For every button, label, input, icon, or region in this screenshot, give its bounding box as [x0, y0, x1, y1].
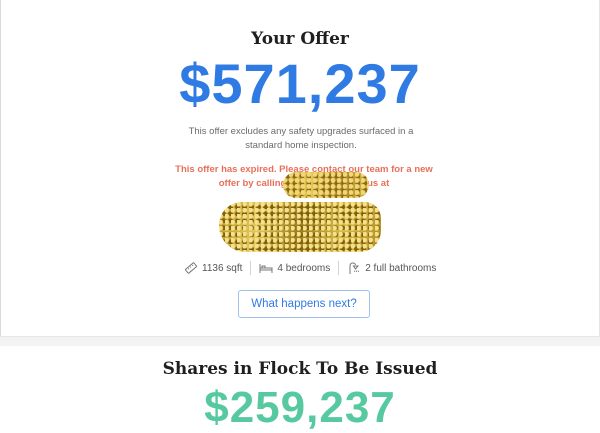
- section-divider: [0, 336, 600, 346]
- what-happens-next-button[interactable]: What happens next?: [238, 290, 370, 318]
- feature-divider: [250, 261, 252, 275]
- shares-amount: $259,237: [204, 383, 396, 432]
- shower-icon: [347, 261, 361, 275]
- feature-bedrooms-label: 4 bedrooms: [277, 262, 331, 274]
- ruler-icon: [184, 261, 198, 275]
- offer-amount: $571,237: [179, 52, 421, 115]
- offer-disclaimer: This offer excludes any safety upgrades …: [188, 126, 414, 151]
- feature-sqft: 1136 sqft: [184, 261, 242, 275]
- offer-title: Your Offer: [251, 29, 349, 49]
- redacted-phone: [283, 172, 369, 198]
- feature-bathrooms-label: 2 full bathrooms: [365, 262, 437, 274]
- bed-icon: [259, 261, 273, 275]
- shares-title: Shares in Flock To Be Issued: [162, 359, 438, 379]
- offer-card: Your Offer $571,237 This offer excludes …: [1, 0, 599, 336]
- feature-divider: [338, 261, 340, 275]
- redacted-email: [219, 202, 381, 252]
- property-features: 1136 sqft 4 bedrooms 2 full bathrooms: [184, 259, 436, 277]
- page: Your Offer $571,237 This offer excludes …: [0, 0, 600, 433]
- feature-sqft-label: 1136 sqft: [202, 262, 243, 274]
- feature-bathrooms: 2 full bathrooms: [347, 261, 436, 275]
- feature-bedrooms: 4 bedrooms: [259, 261, 330, 275]
- shares-card: Shares in Flock To Be Issued $259,237: [0, 346, 600, 433]
